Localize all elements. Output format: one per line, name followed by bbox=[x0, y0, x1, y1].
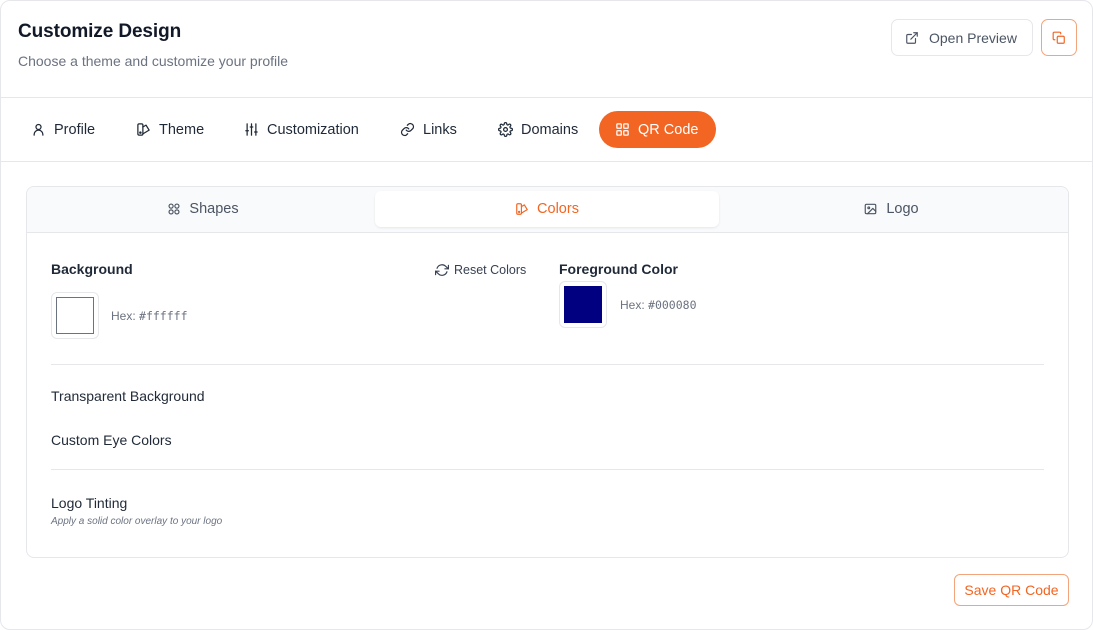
main-tabs: Profile Theme Customization Links Domain… bbox=[1, 98, 1092, 162]
sliders-icon bbox=[244, 122, 259, 137]
external-link-icon bbox=[905, 31, 919, 45]
tab-label: Links bbox=[423, 121, 457, 138]
palette-icon bbox=[515, 202, 529, 216]
hex-prefix: Hex: bbox=[111, 309, 136, 323]
custom-eye-colors-label: Custom Eye Colors bbox=[51, 432, 172, 448]
divider bbox=[51, 469, 1044, 470]
shapes-icon bbox=[167, 202, 181, 216]
subtab-label: Logo bbox=[886, 201, 919, 217]
link-icon bbox=[400, 122, 415, 137]
tab-theme[interactable]: Theme bbox=[120, 111, 220, 148]
subtab-label: Shapes bbox=[189, 201, 239, 217]
image-icon bbox=[863, 202, 878, 216]
open-preview-label: Open Preview bbox=[929, 29, 1017, 46]
background-color-picker[interactable] bbox=[51, 292, 99, 339]
open-preview-button[interactable]: Open Preview bbox=[891, 19, 1033, 56]
header: Customize Design Choose a theme and cust… bbox=[1, 1, 1092, 98]
subtab-label: Colors bbox=[537, 201, 579, 217]
customize-design-card: Customize Design Choose a theme and cust… bbox=[0, 0, 1093, 630]
qr-settings-panel: Shapes Colors Logo Background Hex: #ffff… bbox=[26, 186, 1069, 558]
reset-colors-label: Reset Colors bbox=[454, 263, 527, 277]
refresh-icon bbox=[435, 263, 449, 277]
background-hex-value: #ffffff bbox=[139, 309, 188, 323]
background-label: Background bbox=[51, 261, 133, 277]
logo-tinting-label: Logo Tinting bbox=[51, 495, 128, 511]
qr-subtabs: Shapes Colors Logo bbox=[27, 187, 1068, 233]
subtab-colors[interactable]: Colors bbox=[375, 191, 719, 227]
foreground-swatch bbox=[564, 286, 602, 323]
background-hex: Hex: #ffffff bbox=[111, 309, 188, 323]
divider bbox=[51, 364, 1044, 365]
tab-customization[interactable]: Customization bbox=[228, 111, 375, 148]
tab-profile[interactable]: Profile bbox=[15, 111, 111, 148]
reset-colors-button[interactable]: Reset Colors bbox=[435, 260, 526, 280]
background-swatch bbox=[56, 297, 94, 334]
tab-label: Theme bbox=[159, 121, 205, 138]
tab-qr-code[interactable]: QR Code bbox=[599, 111, 716, 148]
palette-icon bbox=[136, 122, 151, 137]
qr-grid-icon bbox=[615, 122, 630, 137]
logo-tinting-hint: Apply a solid color overlay to your logo bbox=[51, 516, 223, 527]
tab-links[interactable]: Links bbox=[384, 111, 473, 148]
foreground-hex: Hex: #000080 bbox=[620, 298, 697, 312]
hex-prefix: Hex: bbox=[620, 298, 645, 312]
tab-label: Profile bbox=[54, 121, 96, 138]
tab-label: Customization bbox=[267, 121, 359, 138]
subtab-logo[interactable]: Logo bbox=[719, 191, 1063, 227]
tab-label: Domains bbox=[521, 121, 579, 138]
tab-domains[interactable]: Domains bbox=[482, 111, 594, 148]
foreground-label: Foreground Color bbox=[559, 261, 678, 277]
page-title: Customize Design bbox=[18, 21, 182, 42]
save-qr-code-button[interactable]: Save QR Code bbox=[954, 574, 1069, 606]
user-icon bbox=[31, 122, 46, 137]
copy-button[interactable] bbox=[1041, 19, 1077, 56]
foreground-hex-value: #000080 bbox=[648, 298, 697, 312]
subtab-shapes[interactable]: Shapes bbox=[31, 191, 375, 227]
transparent-background-label: Transparent Background bbox=[51, 388, 205, 404]
copy-icon bbox=[1052, 31, 1066, 45]
tab-label: QR Code bbox=[638, 121, 699, 138]
foreground-color-picker[interactable] bbox=[559, 281, 607, 328]
gear-icon bbox=[498, 122, 513, 137]
page-subtitle: Choose a theme and customize your profil… bbox=[18, 53, 289, 69]
